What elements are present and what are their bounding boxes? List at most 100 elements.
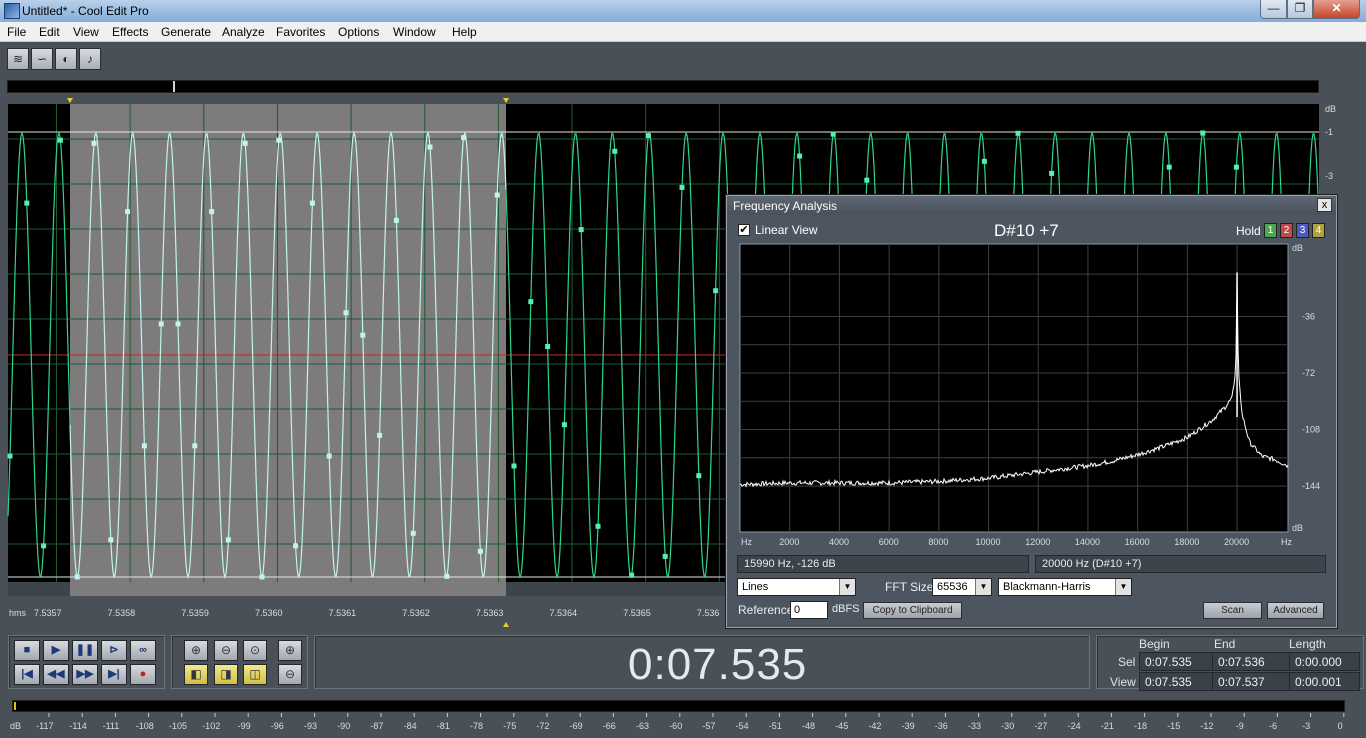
zoom-out-vertical-icon[interactable]: ⊖: [278, 664, 302, 685]
selection-region: [70, 104, 506, 582]
close-button[interactable]: ✕: [1313, 0, 1360, 19]
stop-icon[interactable]: ■: [14, 640, 40, 661]
sample-point: [629, 572, 635, 578]
window-title: Untitled* - Cool Edit Pro: [22, 4, 149, 18]
spectrum-plot[interactable]: Hz Hz 2000 4000 6000 8000 10000 12000 14000 16000…: [737, 241, 1328, 549]
time-tick-label: 7.536: [697, 608, 720, 618]
selection-end-marker-bottom: [503, 622, 509, 627]
menu-window[interactable]: Window: [393, 25, 436, 39]
menu-favorites[interactable]: Favorites: [276, 25, 325, 39]
hold-button-1[interactable]: 1: [1264, 223, 1277, 238]
meter-tick-label: -75: [503, 721, 516, 731]
view-length-field[interactable]: 0:00.001: [1289, 672, 1360, 691]
meter-tick-label: -108: [136, 721, 154, 731]
play-icon[interactable]: ▶: [43, 640, 69, 661]
menu-help[interactable]: Help: [452, 25, 477, 39]
time-tick-label: 7.5359: [181, 608, 209, 618]
loop-icon[interactable]: ∽: [31, 48, 53, 70]
chevron-down-icon[interactable]: ▼: [975, 579, 991, 595]
menu-effects[interactable]: Effects: [112, 25, 148, 39]
meter-tick-label: -66: [603, 721, 616, 731]
meter-tick-label: -72: [536, 721, 549, 731]
peak-readout: 20000 Hz (D#10 +7): [1035, 555, 1326, 573]
scan-button[interactable]: Scan: [1203, 602, 1262, 619]
menu-edit[interactable]: Edit: [39, 25, 60, 39]
zoom-in-vertical-icon[interactable]: ⊕: [278, 640, 302, 661]
maximize-button[interactable]: ❐: [1287, 0, 1313, 19]
sample-point: [1233, 164, 1239, 170]
fft-size-select[interactable]: 65536 ▼: [932, 578, 992, 596]
zoom-out-horizontal-icon[interactable]: ⊖: [214, 640, 238, 661]
sample-point: [1166, 164, 1172, 170]
db-tick-label: -3: [1325, 171, 1333, 181]
cool-edit-window: Untitled* - Cool Edit Pro — ❐ ✕ File Edi…: [0, 0, 1366, 738]
close-icon[interactable]: x: [1317, 198, 1332, 212]
overview-bar[interactable]: [7, 80, 1319, 93]
fast-forward-icon[interactable]: ▶▶: [72, 664, 98, 685]
play-to-end-icon[interactable]: ⊳: [101, 640, 127, 661]
go-to-end-icon[interactable]: ▶|: [101, 664, 127, 685]
loop-play-icon[interactable]: ∞: [130, 640, 156, 661]
sample-point: [612, 148, 618, 154]
menu-generate[interactable]: Generate: [161, 25, 211, 39]
chevron-down-icon[interactable]: ▼: [1115, 579, 1131, 595]
x-tick-label: 12000: [1025, 537, 1050, 547]
meter-tick-label: -45: [835, 721, 848, 731]
sample-point: [1200, 130, 1206, 136]
spectrum-background: [739, 243, 1289, 533]
view-end-field[interactable]: 0:07.537: [1212, 672, 1292, 691]
sample-point: [276, 137, 282, 143]
display-mode-value: Lines: [742, 581, 769, 593]
zoom-full-icon[interactable]: ⊙: [243, 640, 267, 661]
sample-point: [7, 453, 13, 459]
cd-icon[interactable]: ◐: [55, 48, 77, 70]
sel-length-field[interactable]: 0:00.000: [1289, 652, 1360, 671]
hold-button-2[interactable]: 2: [1280, 223, 1293, 238]
sample-point: [410, 530, 416, 536]
frequency-analysis-titlebar[interactable]: Frequency Analysis x: [727, 196, 1336, 215]
note-icon[interactable]: ♪: [79, 48, 101, 70]
zoom-left-icon[interactable]: ◧: [184, 664, 208, 685]
sample-point: [91, 140, 97, 146]
zoom-right-icon[interactable]: ◨: [214, 664, 238, 685]
advanced-button[interactable]: Advanced: [1267, 602, 1324, 619]
view-row-label: View: [1110, 675, 1136, 689]
hold-button-4[interactable]: 4: [1312, 223, 1325, 238]
view-begin-field[interactable]: 0:07.535: [1139, 672, 1219, 691]
copy-to-clipboard-button[interactable]: Copy to Clipboard: [863, 602, 962, 619]
window-function-select[interactable]: Blackmann-Harris ▼: [998, 578, 1132, 596]
transport-panel: ■ ▶ ❚❚ ⊳ ∞ |◀ ◀◀ ▶▶ ▶| ● ⊕ ⊖ ⊙ ⊕ ◧ ◨ ◫ ⊖…: [0, 634, 1366, 694]
menu-analyze[interactable]: Analyze: [222, 25, 265, 39]
multitrack-icon[interactable]: ≋: [7, 48, 29, 70]
zoom-selection-icon[interactable]: ◫: [243, 664, 267, 685]
chevron-down-icon[interactable]: ▼: [839, 579, 855, 595]
window-function-value: Blackmann-Harris: [1003, 581, 1091, 593]
display-mode-select[interactable]: Lines ▼: [737, 578, 856, 596]
transport-controls: ■ ▶ ❚❚ ⊳ ∞ |◀ ◀◀ ▶▶ ▶| ●: [8, 635, 165, 689]
linear-view-checkbox[interactable]: ✔: [738, 224, 750, 236]
reference-input[interactable]: 0: [790, 601, 828, 619]
overview-position-marker[interactable]: [173, 81, 175, 92]
pause-icon[interactable]: ❚❚: [72, 640, 98, 661]
meter-tick-label: -27: [1034, 721, 1047, 731]
meter-tick-label: -90: [337, 721, 350, 731]
zoom-in-horizontal-icon[interactable]: ⊕: [184, 640, 208, 661]
menu-options[interactable]: Options: [338, 25, 379, 39]
menu-view[interactable]: View: [73, 25, 99, 39]
hold-button-3[interactable]: 3: [1296, 223, 1309, 238]
rewind-icon[interactable]: ◀◀: [43, 664, 69, 685]
go-to-start-icon[interactable]: |◀: [14, 664, 40, 685]
sel-end-field[interactable]: 0:07.536: [1212, 652, 1292, 671]
time-tick-label: 7.5360: [255, 608, 283, 618]
sel-begin-field[interactable]: 0:07.535: [1139, 652, 1219, 671]
meter-tick-label: -12: [1200, 721, 1213, 731]
sample-point: [209, 209, 215, 215]
app-icon[interactable]: [4, 3, 20, 19]
menu-file[interactable]: File: [7, 25, 26, 39]
y-unit-label-bottom: dB: [1292, 523, 1303, 533]
linear-view-label: Linear View: [755, 223, 818, 237]
minimize-button[interactable]: —: [1260, 0, 1287, 19]
meter-tick-label: -24: [1068, 721, 1081, 731]
record-icon[interactable]: ●: [130, 664, 156, 685]
frequency-analysis-window: Frequency Analysis x ✔ Linear View D#10 …: [726, 195, 1337, 628]
